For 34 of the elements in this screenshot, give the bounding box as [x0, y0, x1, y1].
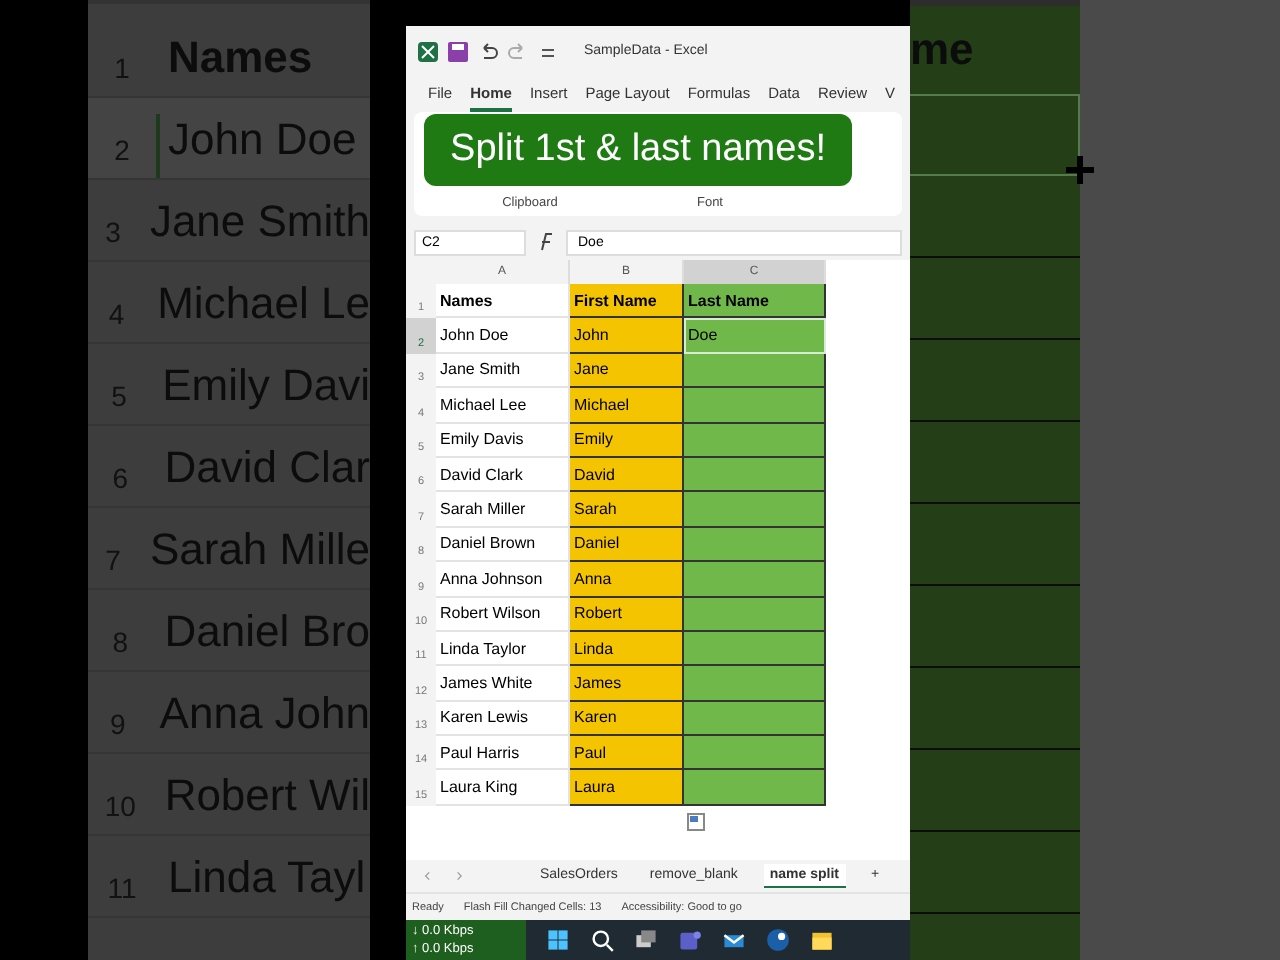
- table-cell: Sarah Miller: [436, 492, 570, 528]
- cell-text: John Doe: [156, 114, 357, 178]
- table-cell: Linda Taylor: [436, 631, 570, 667]
- caption-banner: Split 1st & last names!: [424, 114, 852, 186]
- table-cell: Robert Wilson: [436, 597, 570, 632]
- table-cell: Laura King: [436, 770, 570, 806]
- table-cell: David Clark: [436, 457, 570, 493]
- table-cell: James White: [436, 666, 570, 702]
- table-cell: David: [570, 457, 684, 493]
- table-cell: Daniel: [570, 527, 684, 563]
- table-cell: James: [570, 666, 684, 702]
- table-cell: First Name: [570, 284, 684, 319]
- table-cell: John: [570, 318, 684, 354]
- table-cell: Robert: [570, 597, 684, 632]
- table-cell: Names: [436, 284, 570, 319]
- table-cell: Paul Harris: [436, 736, 570, 771]
- table-cell: Last Name: [684, 284, 826, 319]
- table-cell: Michael Lee: [436, 388, 570, 424]
- table-cell: Doe: [684, 318, 826, 354]
- table-cell: Anna Johnson: [436, 562, 570, 598]
- table-cell: John Doe: [436, 318, 570, 354]
- table-cell: Emily: [570, 423, 684, 458]
- table-cell: Emily Davis: [436, 423, 570, 458]
- table-cell: Michael: [570, 388, 684, 424]
- table-cell: Linda: [570, 631, 684, 667]
- table-cell: Karen: [570, 701, 684, 737]
- table-cell: Anna: [570, 562, 684, 598]
- table-cell: Daniel Brown: [436, 527, 570, 563]
- table-cell: Jane: [570, 353, 684, 389]
- table-cell: Karen Lewis: [436, 701, 570, 737]
- table-cell: Sarah: [570, 492, 684, 528]
- table-cell: Paul: [570, 736, 684, 771]
- table-cell: Jane Smith: [436, 353, 570, 389]
- table-cell: Laura: [570, 770, 684, 806]
